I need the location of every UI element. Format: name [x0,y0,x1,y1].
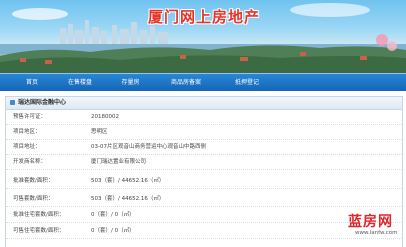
info-row: 项目地址： 03-07片区观音山商务营运中心观音山中路西侧 [6,140,402,155]
row-label: 开发商名称： [13,159,47,165]
project-info-panel: 瑞达国际金融中心 预售许可证： 20180002 项目地区： 思明区 项目地址： 03… [5,96,403,247]
nav-mortgage[interactable]: 抵押登记 [222,74,272,91]
nav-resale[interactable]: 存量房 [108,74,153,91]
nav-home[interactable]: 首页 [12,74,52,91]
info-row: 预售许可证： 20180002 [6,110,402,125]
watermark-url: www.lanfw.com [355,230,398,236]
building-icon [10,100,15,105]
row-value: 厦门瑞达置业有限公司 [91,159,147,165]
row-label: 项目地址： [13,144,41,150]
row-label: 可售住宅套数/面积： [13,228,65,234]
row-label: 批准套数/面积： [13,178,54,184]
row-label: 可售套数/面积： [13,196,54,202]
nav-filing[interactable]: 商品房备案 [156,74,216,91]
row-label: 项目地区： [13,129,41,135]
nav-on-sale[interactable]: 在售楼盘 [55,74,105,91]
panel-header: 瑞达国际金融中心 [6,97,402,110]
row-value: 思明区 [91,129,108,135]
info-row: 项目地区： 思明区 [6,125,402,140]
project-name: 瑞达国际金融中心 [18,99,67,106]
row-label: 批准住宅套数/面积： [13,212,65,218]
main-nav: 首页 在售楼盘 存量房 商品房备案 抵押登记 [0,73,406,91]
row-value: 503（套）/ 44652.16（㎡） [91,178,165,184]
row-value: 0（套）/ 0（㎡） [91,212,135,218]
row-value: 503（套）/ 44652.16（㎡） [91,196,165,202]
info-row: 可售套数/面积： 503（套）/ 44652.16（㎡） [6,192,402,207]
site-banner: 厦门网上房地产 [0,0,406,73]
info-row: 可售住宅套数/面积： 0（套）/ 0（㎡） [6,224,402,239]
row-value: 03-07片区观音山商务营运中心观音山中路西侧 [91,144,206,150]
watermark-logo: 蓝房网 [348,214,393,230]
row-value: 0（套）/ 0（㎡） [91,228,135,234]
info-row: 批准住宅套数/面积： 0（套）/ 0（㎡） [6,208,402,223]
site-title: 厦门网上房地产 [148,8,261,26]
row-value: 20180002 [91,114,119,120]
info-row: 批准套数/面积： 503（套）/ 44652.16（㎡） [6,174,402,189]
row-label: 预售许可证： [13,114,47,120]
info-row: 开发商名称： 厦门瑞达置业有限公司 [6,155,402,170]
